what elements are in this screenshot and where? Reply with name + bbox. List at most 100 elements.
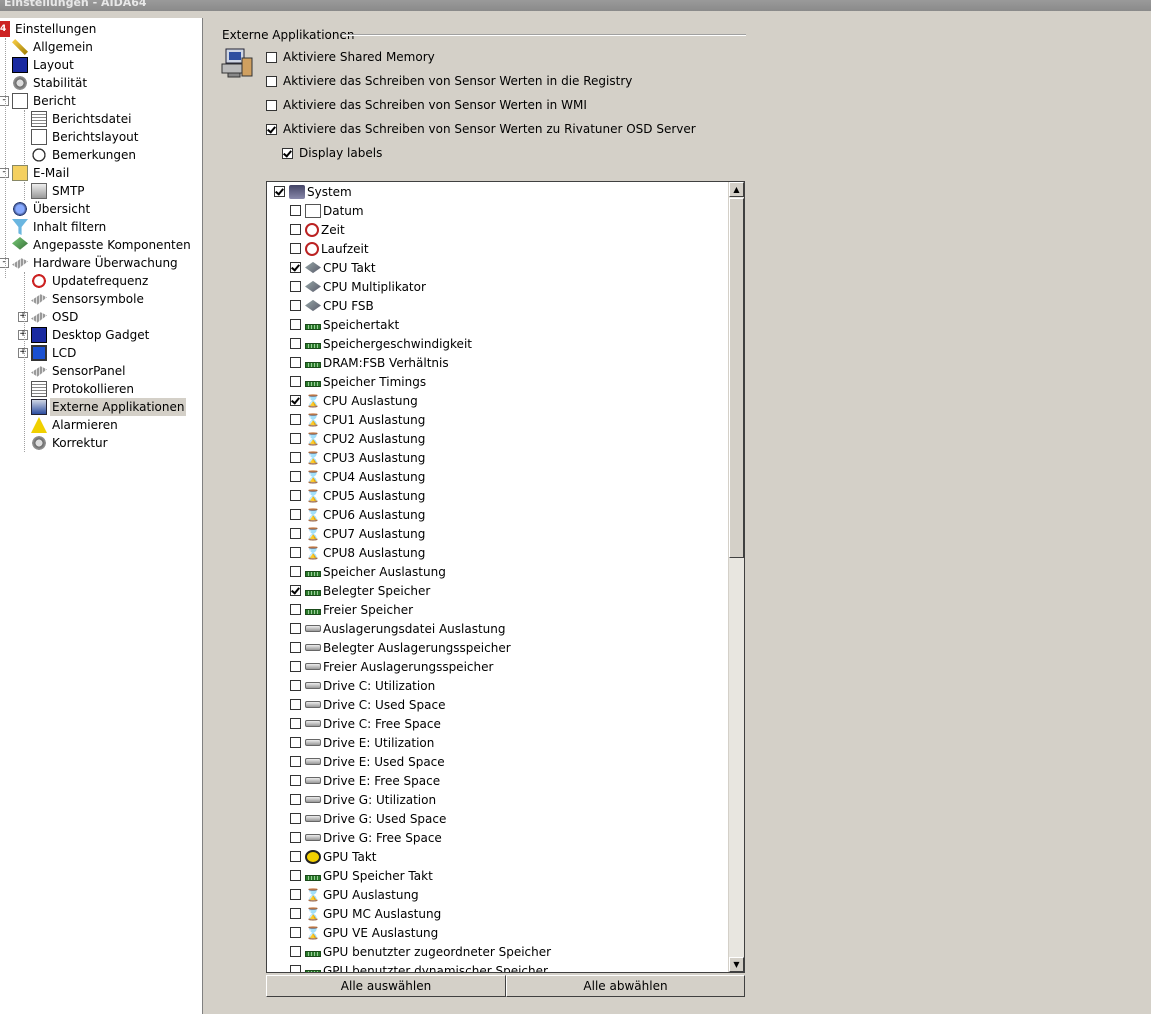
list-item-checkbox[interactable] (290, 585, 301, 596)
list-item[interactable]: Freier Speicher (290, 600, 413, 619)
list-item[interactable]: ⌛ CPU7 Auslastung (290, 524, 425, 543)
expand-icon[interactable]: + (18, 330, 28, 340)
list-item[interactable]: Drive E: Utilization (290, 733, 434, 752)
expand-icon[interactable]: + (18, 312, 28, 322)
sidebar-item-protokollieren[interactable]: Protokollieren (31, 380, 136, 398)
list-item-checkbox[interactable] (290, 471, 301, 482)
list-item[interactable]: GPU benutzter dynamischer Speicher (290, 961, 548, 972)
sidebar-item-e-mail[interactable]: E-Mail (12, 164, 71, 182)
sidebar-item-updatefrequenz[interactable]: Updatefrequenz (31, 272, 150, 290)
list-item-checkbox[interactable] (290, 756, 301, 767)
sidebar-item-korrektur[interactable]: Korrektur (31, 434, 110, 452)
list-item-checkbox[interactable] (290, 281, 301, 292)
sidebar-item-alarmieren[interactable]: Alarmieren (31, 416, 120, 434)
list-item[interactable]: GPU Takt (290, 847, 376, 866)
sidebar-item-berichtsdatei[interactable]: Berichtsdatei (31, 110, 133, 128)
list-item[interactable]: ⌛ GPU VE Auslastung (290, 923, 438, 942)
checkbox-box[interactable] (266, 99, 277, 111)
sidebar-item-smtp[interactable]: SMTP (31, 182, 87, 200)
display-labels-checkbox-box[interactable] (282, 147, 293, 159)
list-item[interactable]: Belegter Auslagerungsspeicher (290, 638, 511, 657)
list-item[interactable]: Drive E: Free Space (290, 771, 440, 790)
list-item[interactable]: Drive C: Utilization (290, 676, 435, 695)
list-item[interactable]: DRAM:FSB Verhältnis (290, 353, 449, 372)
option-checkbox-2[interactable]: Aktiviere das Schreiben von Sensor Werte… (266, 72, 632, 90)
list-group-system[interactable]: System (274, 182, 352, 201)
list-item[interactable]: Freier Auslagerungsspeicher (290, 657, 493, 676)
list-item-checkbox[interactable] (290, 243, 301, 254)
list-item[interactable]: ⌛ CPU1 Auslastung (290, 410, 425, 429)
list-item[interactable]: Speichertakt (290, 315, 399, 334)
sidebar-item-externe-applikationen[interactable]: Externe Applikationen (31, 398, 187, 416)
list-item[interactable]: Zeit (290, 220, 345, 239)
sidebar-item-inhalt-filtern[interactable]: Inhalt filtern (12, 218, 108, 236)
list-item-checkbox[interactable] (274, 186, 285, 197)
list-item-checkbox[interactable] (290, 832, 301, 843)
select-all-button[interactable]: Alle auswählen (266, 975, 506, 997)
list-item-checkbox[interactable] (290, 376, 301, 387)
option-checkbox-3[interactable]: Aktiviere das Schreiben von Sensor Werte… (266, 96, 587, 114)
list-item[interactable]: ⌛ CPU8 Auslastung (290, 543, 425, 562)
list-item-checkbox[interactable] (290, 528, 301, 539)
tree-root-einstellungen[interactable]: 4 Einstellungen (0, 20, 98, 38)
scroll-thumb[interactable] (729, 198, 744, 558)
list-item-checkbox[interactable] (290, 509, 301, 520)
list-item-checkbox[interactable] (290, 965, 301, 972)
list-item[interactable]: Belegter Speicher (290, 581, 430, 600)
list-item-checkbox[interactable] (290, 737, 301, 748)
list-item[interactable]: Speicher Timings (290, 372, 426, 391)
sidebar-item-desktop-gadget[interactable]: Desktop Gadget (31, 326, 151, 344)
list-item-checkbox[interactable] (290, 642, 301, 653)
sidebar-item-sensorpanel[interactable]: SensorPanel (31, 362, 128, 380)
list-item[interactable]: Drive C: Free Space (290, 714, 441, 733)
list-item[interactable]: ⌛ CPU2 Auslastung (290, 429, 425, 448)
sidebar-item-berichtslayout[interactable]: Berichtslayout (31, 128, 140, 146)
list-item-checkbox[interactable] (290, 813, 301, 824)
list-item[interactable]: ⌛ GPU Auslastung (290, 885, 419, 904)
list-item[interactable]: Drive G: Free Space (290, 828, 442, 847)
sidebar-item-stabilität[interactable]: Stabilität (12, 74, 89, 92)
sidebar-item-angepasste-komponenten[interactable]: Angepasste Komponenten (12, 236, 193, 254)
list-item-checkbox[interactable] (290, 224, 301, 235)
sensor-list[interactable]: ▲ ▼ System Datum Zeit Laufzeit CPU Takt CPU M… (266, 181, 745, 973)
list-item[interactable]: Drive G: Utilization (290, 790, 436, 809)
scroll-up-button[interactable]: ▲ (729, 182, 744, 197)
sidebar-item-übersicht[interactable]: Übersicht (12, 200, 92, 218)
sidebar-item-bericht[interactable]: Bericht (12, 92, 78, 110)
list-item[interactable]: CPU Multiplikator (290, 277, 426, 296)
list-item[interactable]: Speicher Auslastung (290, 562, 446, 581)
checkbox-box[interactable] (266, 75, 277, 87)
display-labels-checkbox[interactable]: Display labels (282, 144, 382, 162)
list-item-checkbox[interactable] (290, 851, 301, 862)
list-item-checkbox[interactable] (290, 262, 301, 273)
deselect-all-button[interactable]: Alle abwählen (506, 975, 745, 997)
list-item-checkbox[interactable] (290, 680, 301, 691)
list-item[interactable]: ⌛ CPU5 Auslastung (290, 486, 425, 505)
list-item-checkbox[interactable] (290, 946, 301, 957)
sidebar-item-allgemein[interactable]: Allgemein (12, 38, 95, 56)
scroll-down-button[interactable]: ▼ (729, 957, 744, 972)
sidebar-item-osd[interactable]: OSD (31, 308, 80, 326)
sidebar-item-lcd[interactable]: LCD (31, 344, 78, 362)
list-item-checkbox[interactable] (290, 889, 301, 900)
list-item-checkbox[interactable] (290, 319, 301, 330)
list-item-checkbox[interactable] (290, 300, 301, 311)
list-item[interactable]: ⌛ CPU Auslastung (290, 391, 418, 410)
settings-tree[interactable]: 4 Einstellungen Allgemein Layout Stabilitä… (0, 18, 203, 1014)
list-item-checkbox[interactable] (290, 452, 301, 463)
list-item-checkbox[interactable] (290, 794, 301, 805)
list-item-checkbox[interactable] (290, 870, 301, 881)
list-item[interactable]: ⌛ CPU3 Auslastung (290, 448, 425, 467)
sensor-list-scrollbar[interactable]: ▲ ▼ (728, 182, 744, 972)
list-item[interactable]: Drive G: Used Space (290, 809, 446, 828)
list-item-checkbox[interactable] (290, 205, 301, 216)
list-item[interactable]: Drive C: Used Space (290, 695, 445, 714)
checkbox-box[interactable] (266, 51, 277, 63)
list-item-checkbox[interactable] (290, 908, 301, 919)
list-item-checkbox[interactable] (290, 661, 301, 672)
list-item[interactable]: Auslagerungsdatei Auslastung (290, 619, 506, 638)
list-item-checkbox[interactable] (290, 433, 301, 444)
option-checkbox-1[interactable]: Aktiviere Shared Memory (266, 48, 435, 66)
list-item-checkbox[interactable] (290, 623, 301, 634)
list-item[interactable]: Drive E: Used Space (290, 752, 445, 771)
